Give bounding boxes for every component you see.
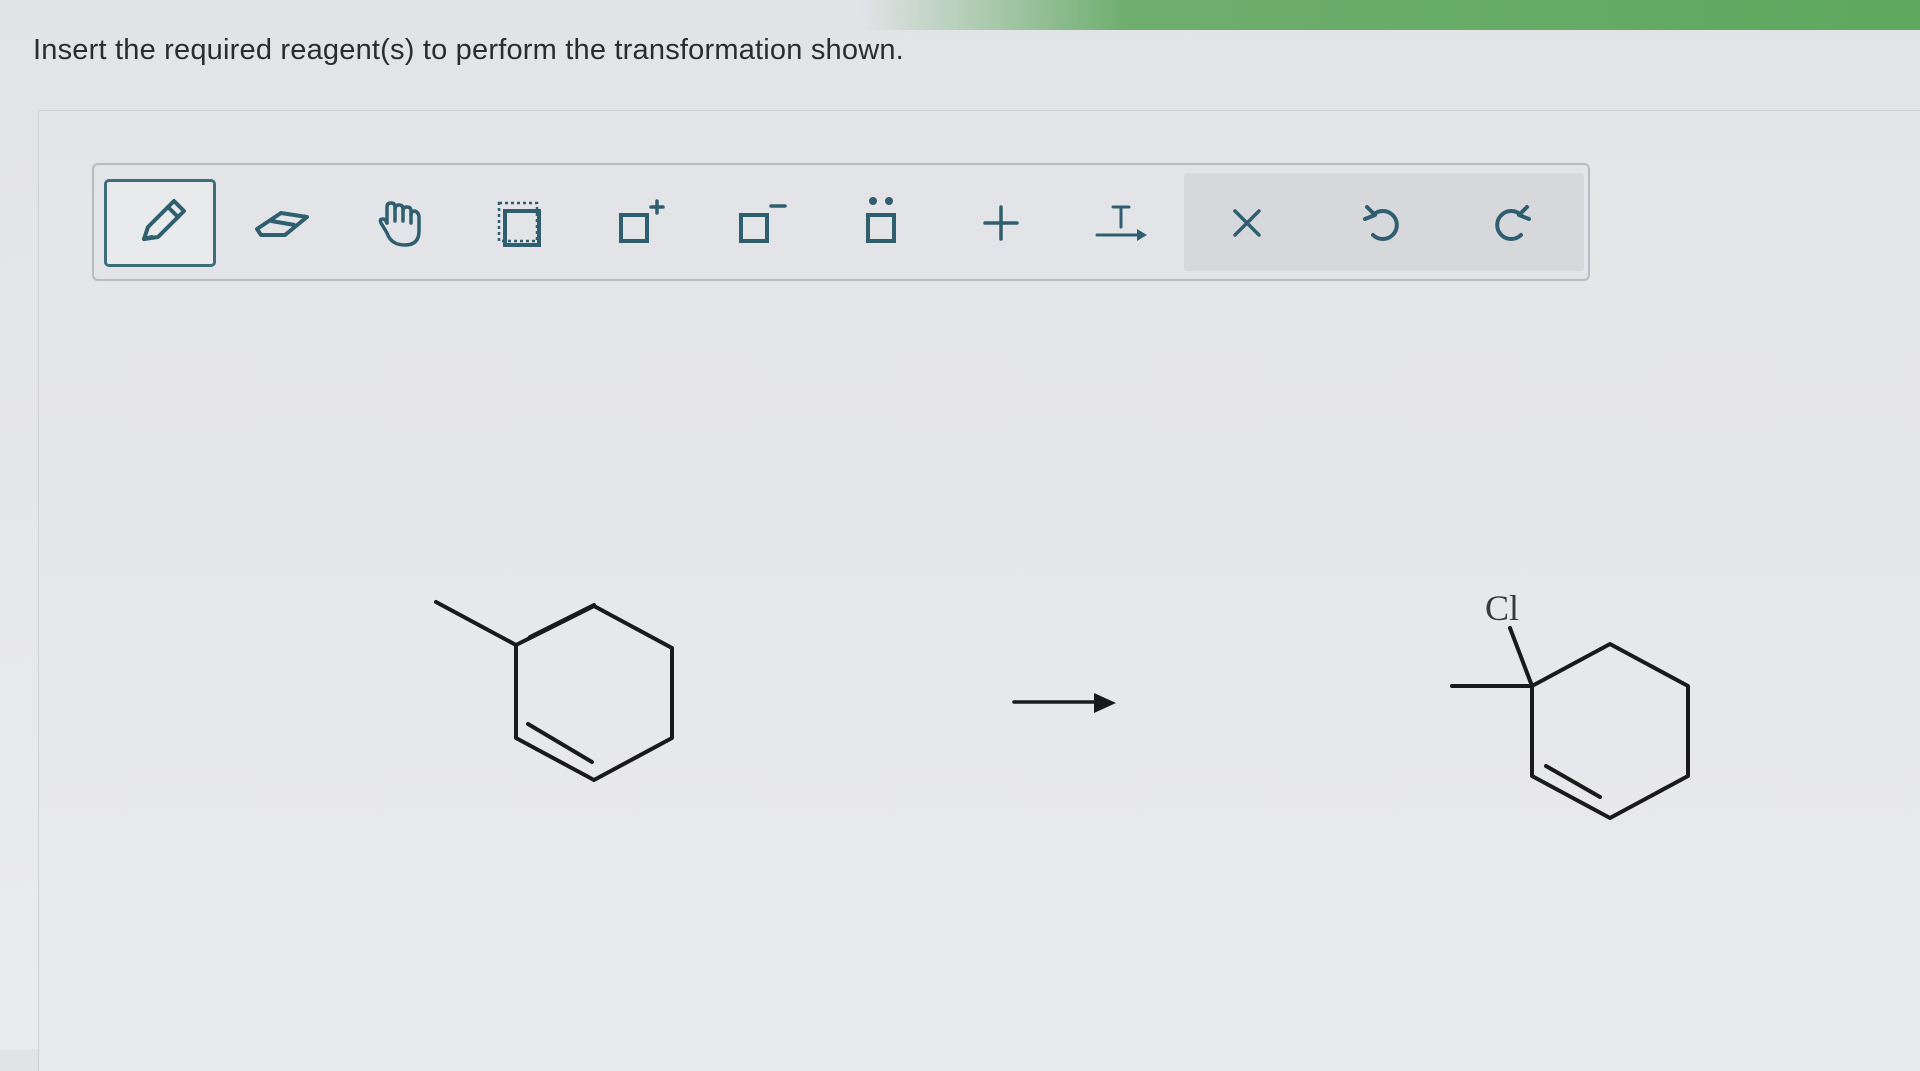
text-arrow-icon — [1095, 205, 1147, 241]
add-plus-tool[interactable] — [946, 179, 1056, 267]
pencil-icon — [142, 199, 186, 241]
hand-tool[interactable] — [346, 179, 456, 267]
select-tool[interactable] — [466, 179, 576, 267]
eraser-icon — [255, 211, 309, 237]
reagent-text-tool[interactable] — [1066, 179, 1176, 267]
plus-charge-icon — [619, 199, 665, 243]
question-prompt: Insert the required reagent(s) to perfor… — [33, 34, 904, 66]
negative-charge-tool[interactable] — [706, 179, 816, 267]
undo-icon — [1363, 205, 1399, 241]
lone-pair-tool[interactable] — [826, 179, 936, 267]
positive-charge-tool[interactable] — [586, 179, 696, 267]
top-accent-bar — [860, 0, 1920, 30]
selection-box-icon — [497, 201, 541, 247]
redo-icon — [1495, 205, 1531, 241]
drawing-toolbar — [92, 163, 1590, 281]
pencil-tool[interactable] — [104, 179, 216, 267]
hand-icon — [378, 201, 421, 247]
plus-icon — [983, 205, 1019, 241]
clear-tool[interactable] — [1192, 179, 1302, 267]
eraser-tool[interactable] — [226, 179, 336, 267]
close-icon — [1233, 209, 1261, 237]
minus-charge-icon — [739, 204, 787, 243]
redo-tool[interactable] — [1458, 179, 1568, 267]
undo-tool[interactable] — [1326, 179, 1436, 267]
lone-pair-icon — [866, 197, 896, 243]
